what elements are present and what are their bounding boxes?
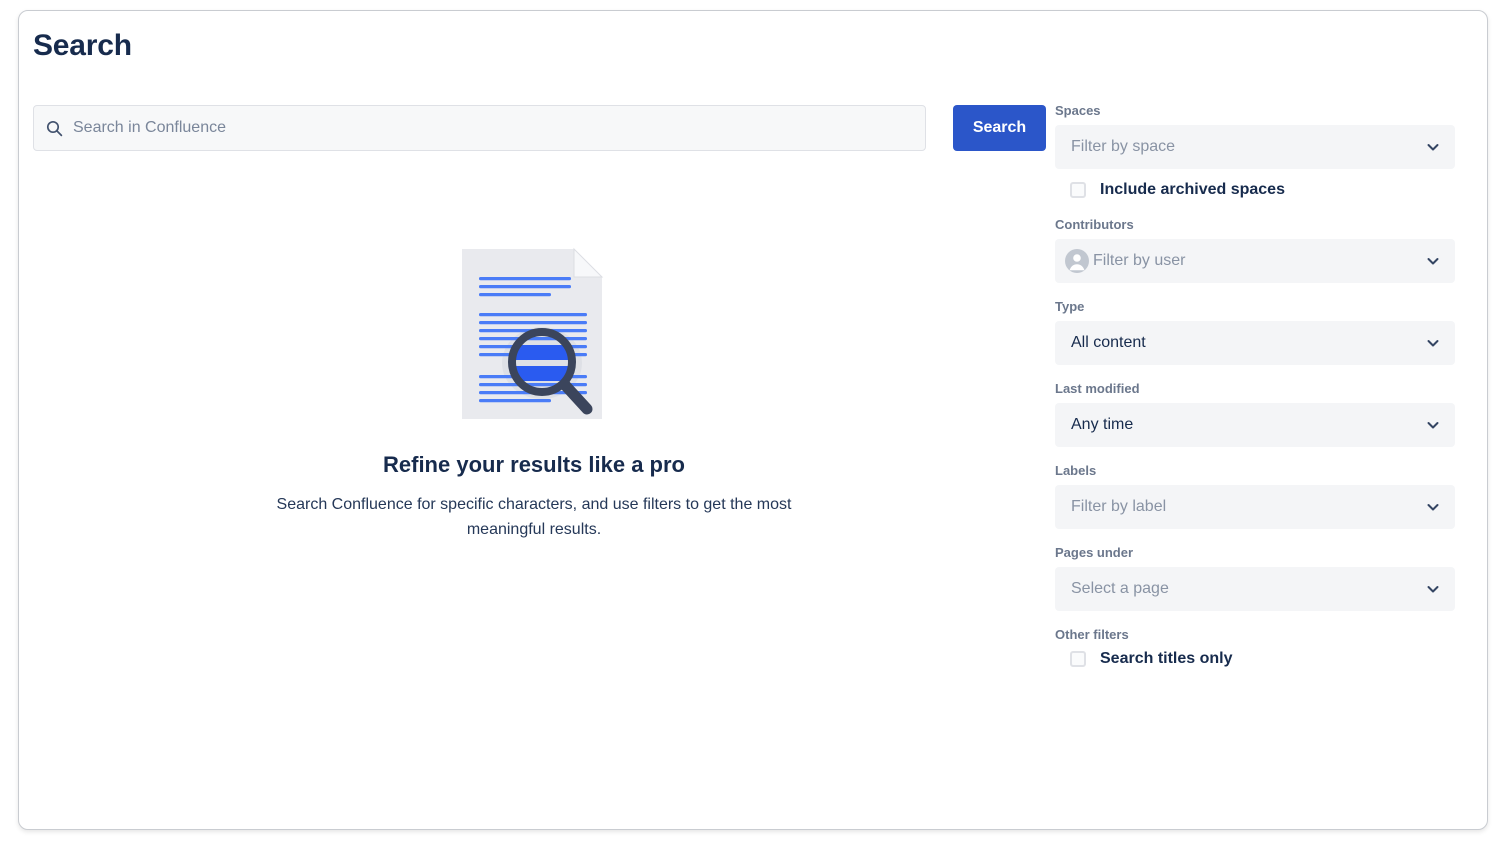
page-title: Search [33, 29, 132, 62]
last-modified-select-value: Any time [1071, 416, 1134, 433]
contributors-select-value: Filter by user [1093, 252, 1186, 269]
chevron-down-icon [1425, 139, 1441, 155]
user-avatar-icon [1065, 249, 1089, 273]
search-page-window: Search Search in Confluence Search Refin… [18, 10, 1488, 830]
pages-under-select-value: Select a page [1071, 580, 1169, 597]
last-modified-select[interactable]: Any time [1055, 403, 1455, 447]
filter-label-labels: Labels [1055, 463, 1097, 478]
search-icon [46, 120, 63, 137]
search-titles-only-label: Search titles only [1100, 650, 1233, 667]
search-button[interactable]: Search [953, 105, 1046, 151]
empty-state-heading: Refine your results like a pro [383, 452, 685, 477]
search-input[interactable] [73, 119, 913, 137]
search-bar: Search [33, 105, 1046, 155]
filter-label-other: Other filters [1055, 627, 1129, 642]
filter-group-contributors: Contributors Filter by user [1055, 217, 1455, 283]
filter-group-last-modified: Last modified Any time [1055, 381, 1455, 447]
type-select[interactable]: All content [1055, 321, 1455, 365]
search-titles-only-checkbox[interactable] [1070, 651, 1086, 667]
labels-select[interactable]: Filter by label [1055, 485, 1455, 529]
chevron-down-icon [1425, 581, 1441, 597]
filter-label-last-modified: Last modified [1055, 381, 1140, 396]
chevron-down-icon [1425, 253, 1441, 269]
filter-group-type: Type All content [1055, 299, 1455, 365]
type-select-value: All content [1071, 334, 1146, 351]
search-field[interactable] [33, 105, 926, 151]
labels-select-value: Filter by label [1071, 498, 1167, 515]
spaces-select[interactable]: Filter by space [1055, 125, 1455, 169]
filter-group-pages-under: Pages under Select a page [1055, 545, 1455, 611]
document-magnifier-illustration [19, 241, 1049, 426]
filter-group-other: Other filters Search titles only [1055, 627, 1455, 668]
include-archived-spaces-checkbox-row[interactable]: Include archived spaces [1055, 181, 1455, 199]
filter-label-pages-under: Pages under [1055, 545, 1134, 560]
filter-label-spaces: Spaces [1055, 103, 1101, 118]
empty-state: Refine your results like a pro Search Co… [19, 241, 1049, 542]
empty-state-description: Search Confluence for specific character… [276, 496, 792, 538]
filter-label-contributors: Contributors [1055, 217, 1134, 232]
include-archived-spaces-checkbox[interactable] [1070, 182, 1086, 198]
filter-group-spaces: Spaces Filter by space [1055, 103, 1455, 169]
pages-under-select[interactable]: Select a page [1055, 567, 1455, 611]
spaces-select-value: Filter by space [1071, 138, 1176, 155]
filter-label-type: Type [1055, 299, 1085, 314]
chevron-down-icon [1425, 417, 1441, 433]
include-archived-spaces-label: Include archived spaces [1100, 181, 1285, 198]
chevron-down-icon [1425, 499, 1441, 515]
filters-sidebar: Spaces Filter by space Include archived … [1055, 103, 1455, 668]
filter-group-labels: Labels Filter by label [1055, 463, 1455, 529]
search-titles-only-checkbox-row[interactable]: Search titles only [1055, 650, 1455, 668]
contributors-select[interactable]: Filter by user [1055, 239, 1455, 283]
chevron-down-icon [1425, 335, 1441, 351]
